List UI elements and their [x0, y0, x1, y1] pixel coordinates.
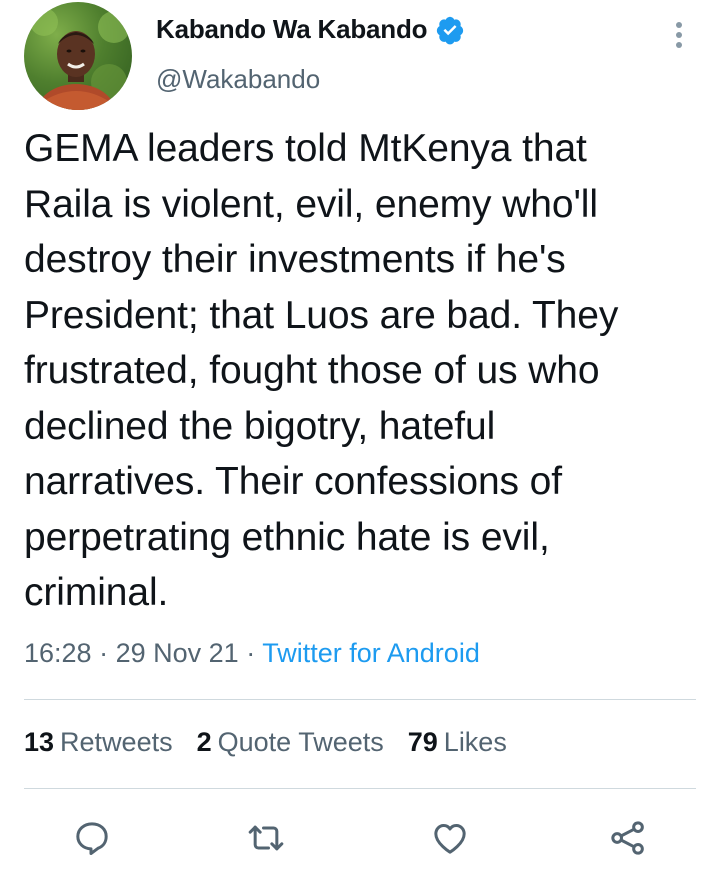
- author-name[interactable]: Kabando Wa Kabando: [156, 14, 428, 45]
- likes-stat[interactable]: 79 Likes: [408, 727, 507, 758]
- share-icon[interactable]: [606, 816, 650, 860]
- retweets-stat[interactable]: 13 Retweets: [24, 727, 173, 758]
- tweet-meta: 16:28 · 29 Nov 21 · Twitter for Android: [24, 638, 480, 669]
- retweets-label: Retweets: [60, 727, 173, 757]
- like-icon[interactable]: [428, 816, 472, 860]
- avatar[interactable]: [24, 2, 132, 110]
- tweet-actions-bar: [0, 816, 720, 862]
- verified-badge-icon: [435, 15, 465, 45]
- reply-icon[interactable]: [70, 816, 114, 860]
- likes-label: Likes: [443, 727, 507, 757]
- divider: [24, 788, 696, 789]
- likes-count: 79: [407, 727, 438, 757]
- tweet-time: 16:28: [24, 638, 92, 668]
- divider: [24, 699, 696, 700]
- tweet-stats: 13 Retweets 2 Quote Tweets 79 Likes: [24, 727, 507, 758]
- author-name-row[interactable]: Kabando Wa Kabando: [156, 14, 465, 45]
- tweet-date: 29 Nov 21: [115, 638, 239, 668]
- tweet-client-link[interactable]: Twitter for Android: [262, 638, 480, 668]
- meta-separator: ·: [99, 638, 109, 668]
- quotes-label: Quote Tweets: [217, 727, 384, 757]
- retweet-icon[interactable]: [244, 816, 288, 860]
- quote-tweets-stat[interactable]: 2 Quote Tweets: [197, 727, 384, 758]
- quotes-count: 2: [196, 727, 212, 757]
- meta-separator: ·: [246, 638, 256, 668]
- tweet-text: GEMA leaders told MtKenya that Raila is …: [24, 127, 619, 614]
- retweets-count: 13: [24, 727, 55, 757]
- more-options-icon[interactable]: [666, 18, 692, 52]
- author-handle[interactable]: @Wakabando: [156, 64, 320, 95]
